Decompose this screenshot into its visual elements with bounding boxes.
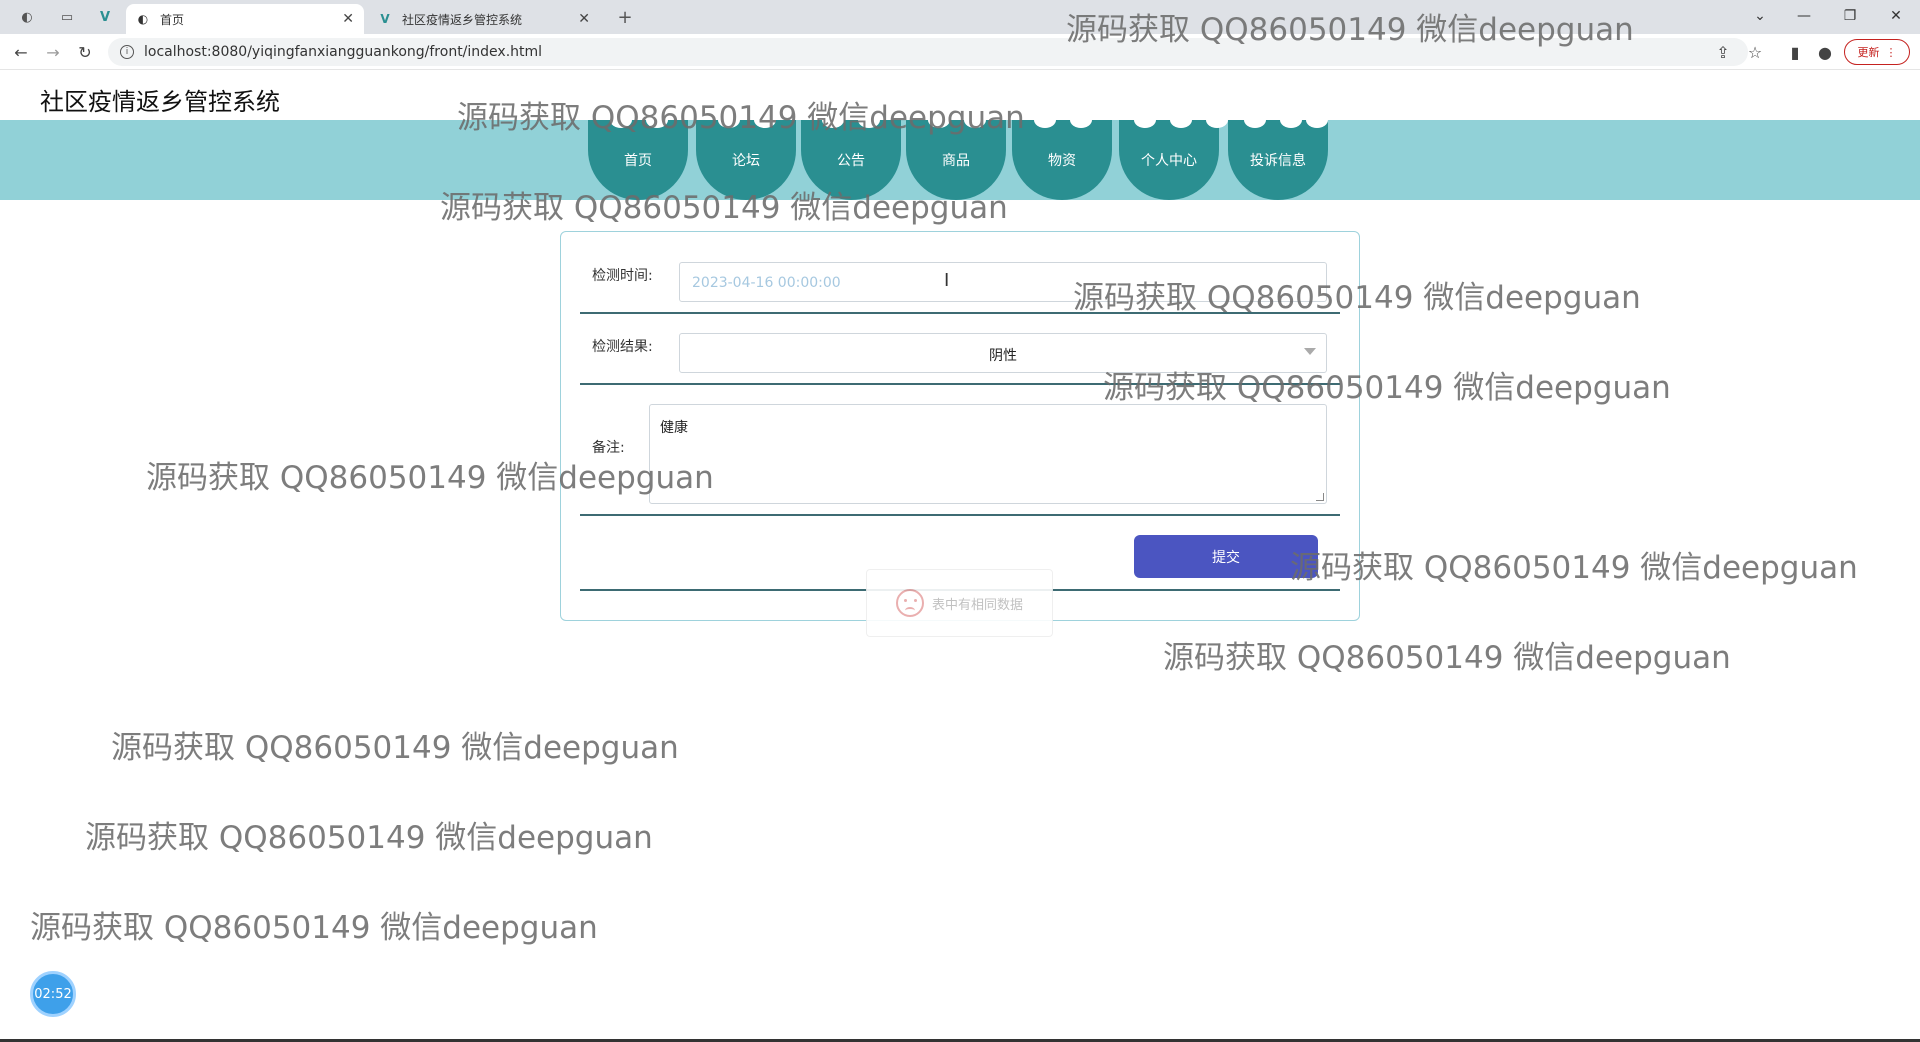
chevron-down-icon — [1304, 348, 1316, 355]
more-icon: ⋮ — [1885, 45, 1897, 59]
scallop-decoration — [1206, 112, 1228, 128]
blank-tab-icon[interactable]: ▭ — [50, 6, 84, 28]
timer-badge[interactable]: 02:52 — [30, 971, 76, 1017]
scallop-decoration — [1170, 112, 1192, 128]
globe-icon[interactable]: ◐ — [10, 6, 44, 28]
watermark: 源码获取 QQ86050149 微信deepguan — [1103, 370, 1671, 406]
back-icon[interactable]: ← — [10, 42, 32, 62]
globe-icon: ◐ — [137, 12, 149, 26]
watermark: 源码获取 QQ86050149 微信deepguan — [1066, 12, 1634, 48]
time-label: 检测时间: — [592, 268, 653, 284]
close-icon[interactable]: ✕ — [578, 11, 590, 27]
close-icon[interactable]: ✕ — [342, 11, 354, 27]
scallop-decoration — [1134, 112, 1156, 128]
tab-system[interactable]: V 社区疫情返乡管控系统 ✕ — [368, 4, 600, 34]
vue-icon[interactable]: V — [88, 6, 122, 28]
text-cursor-icon: I — [944, 270, 950, 291]
close-window-icon[interactable]: ✕ — [1876, 4, 1916, 28]
scallop-decoration — [1034, 112, 1056, 128]
row-divider — [580, 514, 1340, 516]
tab-label: 首页 — [160, 12, 185, 27]
watermark: 源码获取 QQ86050149 微信deepguan — [146, 460, 714, 496]
vue-icon: V — [380, 12, 390, 26]
watermark: 源码获取 QQ86050149 微信deepguan — [440, 190, 1008, 226]
scallop-decoration — [1244, 112, 1266, 128]
tab-home[interactable]: ◐ 首页 ✕ — [126, 4, 364, 34]
watermark: 源码获取 QQ86050149 微信deepguan — [1163, 640, 1731, 676]
url-text: localhost:8080/yiqingfanxiangguankong/fr… — [144, 44, 543, 60]
chevron-down-icon[interactable]: ⌄ — [1740, 4, 1780, 28]
watermark: 源码获取 QQ86050149 微信deepguan — [457, 100, 1025, 136]
scallop-decoration — [1070, 112, 1092, 128]
restore-icon[interactable]: ❐ — [1830, 4, 1870, 28]
toast-message: 表中有相同数据 — [931, 597, 1023, 613]
reload-icon[interactable]: ↻ — [74, 42, 96, 62]
site-title: 社区疫情返乡管控系统 — [40, 88, 280, 116]
duplicate-data-toast: 表中有相同数据 — [866, 569, 1053, 637]
resize-handle-icon[interactable] — [1316, 493, 1324, 501]
info-icon[interactable]: i — [120, 45, 134, 59]
note-value: 健康 — [660, 420, 688, 436]
scallop-decoration — [1306, 112, 1328, 128]
profile-icon[interactable]: ● — [1814, 42, 1836, 62]
new-tab-icon[interactable]: + — [608, 6, 642, 28]
watermark: 源码获取 QQ86050149 微信deepguan — [1290, 550, 1858, 586]
star-icon[interactable]: ☆ — [1744, 42, 1766, 62]
watermark: 源码获取 QQ86050149 微信deepguan — [111, 730, 679, 766]
watermark: 源码获取 QQ86050149 微信deepguan — [30, 910, 598, 946]
note-textarea[interactable]: 健康 — [649, 404, 1327, 504]
time-value: 2023-04-16 00:00:00 — [692, 275, 841, 291]
sidebar-icon[interactable]: ▮ — [1784, 42, 1806, 62]
forward-icon[interactable]: → — [42, 42, 64, 62]
update-button[interactable]: 更新 ⋮ — [1844, 39, 1910, 65]
scallop-decoration — [1280, 112, 1302, 128]
watermark: 源码获取 QQ86050149 微信deepguan — [85, 820, 653, 856]
result-label: 检测结果: — [592, 339, 653, 355]
minimize-icon[interactable]: — — [1784, 4, 1824, 28]
watermark: 源码获取 QQ86050149 微信deepguan — [1073, 280, 1641, 316]
update-label: 更新 — [1857, 46, 1880, 59]
tab-label: 社区疫情返乡管控系统 — [402, 12, 523, 27]
share-icon[interactable]: ⇪ — [1712, 42, 1734, 62]
sad-face-icon — [895, 589, 924, 617]
